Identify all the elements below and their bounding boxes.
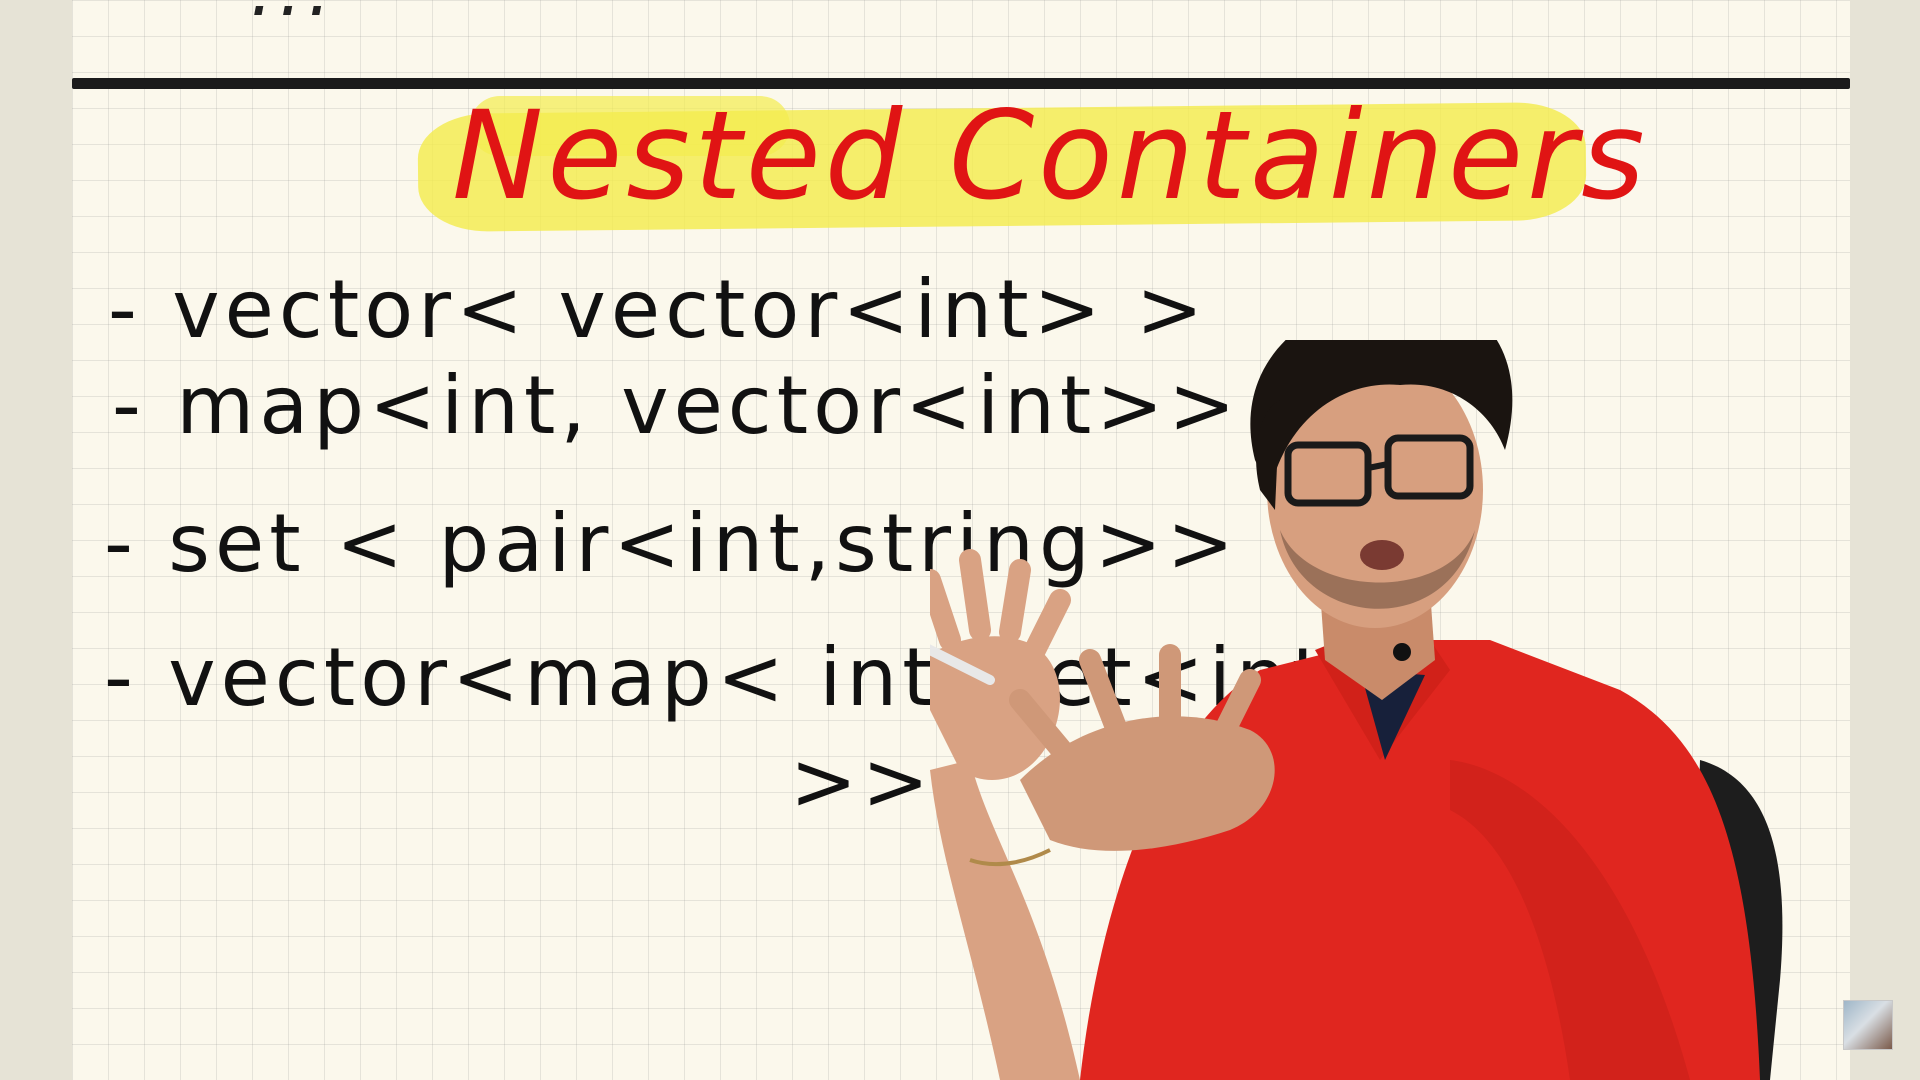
- frame-edge-left: [0, 0, 72, 1080]
- code-line-4-continued: >>: [790, 735, 935, 828]
- glasses-bridge: [1367, 461, 1389, 471]
- page-title: Nested Containers: [452, 85, 1649, 227]
- mouth: [1360, 540, 1404, 570]
- video-frame: ... Nested Containers - vector< vector<i…: [0, 0, 1920, 1080]
- frame-edge-right: [1850, 0, 1920, 1080]
- presenter: [930, 340, 1783, 1080]
- previous-heading: ...: [250, 0, 337, 32]
- lapel-mic: [1393, 643, 1411, 661]
- channel-thumbnail-icon[interactable]: [1843, 1000, 1893, 1050]
